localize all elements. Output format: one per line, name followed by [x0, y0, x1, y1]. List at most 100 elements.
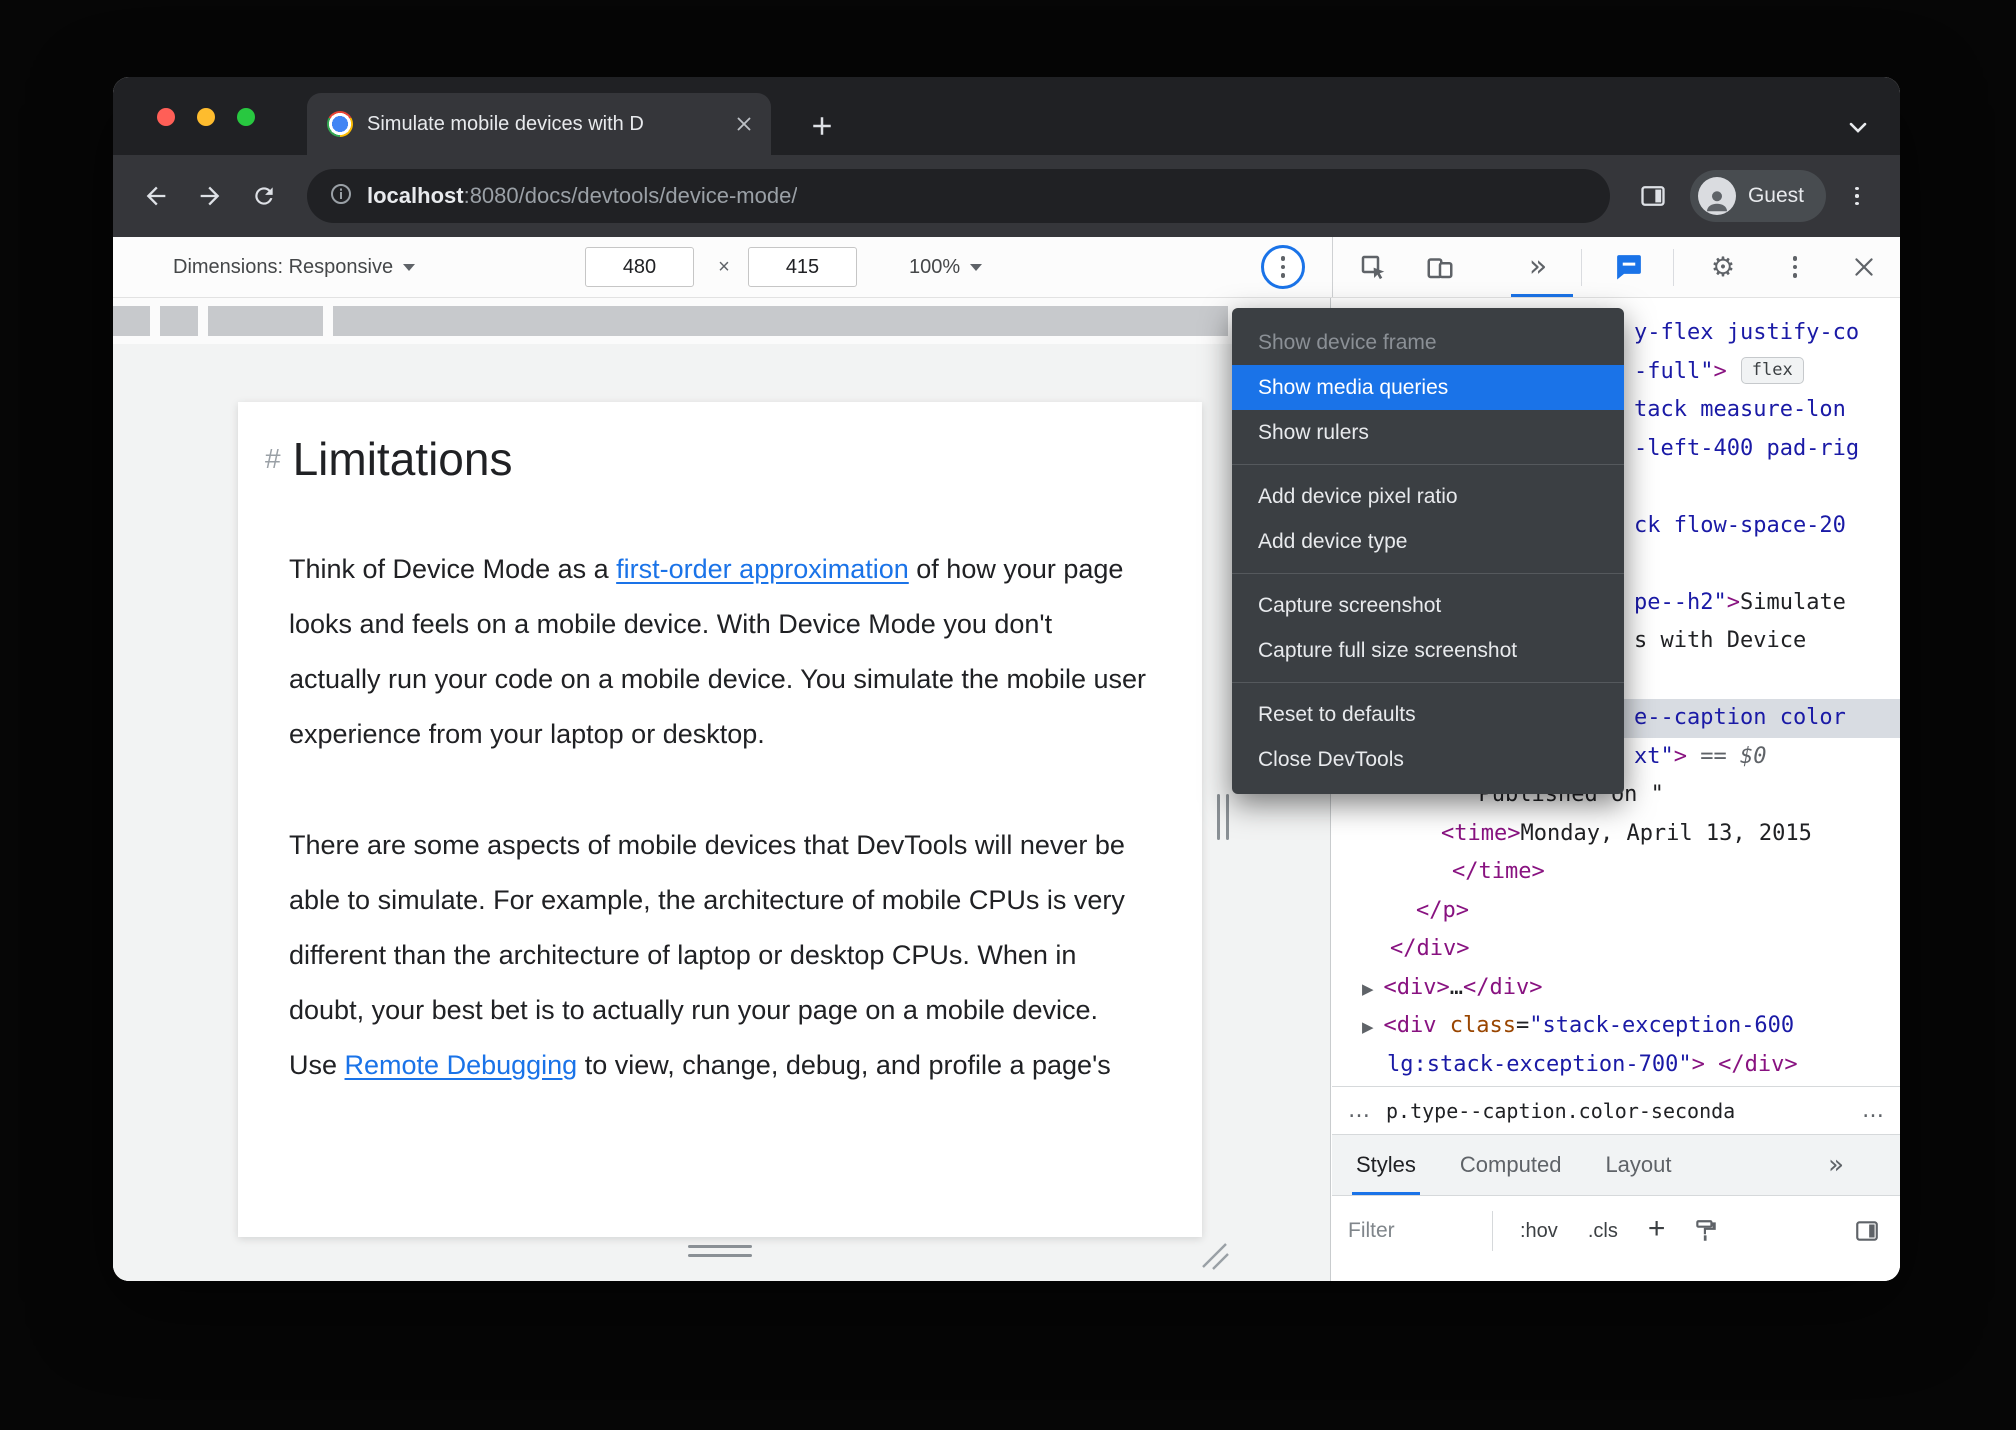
- viewport-resize-handle-bottom[interactable]: [688, 1245, 752, 1257]
- code-token: </div>: [1463, 974, 1543, 1000]
- browser-menu-icon[interactable]: [1834, 173, 1880, 219]
- media-query-strip: [113, 298, 1330, 344]
- menu-item-capture-screenshot[interactable]: Capture screenshot: [1232, 583, 1624, 628]
- url-path: :8080/docs/devtools/device-mode/: [463, 183, 798, 208]
- forward-icon[interactable]: [187, 173, 233, 219]
- inspect-element-icon[interactable]: [1351, 245, 1395, 289]
- code-token: s with Device: [1634, 628, 1807, 653]
- viewport-resize-handle-corner[interactable]: [1199, 1240, 1229, 1275]
- doc-link[interactable]: Remote Debugging: [345, 1050, 578, 1080]
- device-toolbar-options-button[interactable]: [1261, 245, 1305, 289]
- devtools-menu-icon[interactable]: [1773, 245, 1817, 289]
- more-tabs-icon[interactable]: »: [1828, 1135, 1844, 1195]
- code-token: </div>: [1718, 1051, 1798, 1077]
- chevron-down-icon[interactable]: [1844, 113, 1872, 141]
- more-panels-icon[interactable]: »: [1516, 245, 1560, 289]
- menu-item-capture-full-size-screenshot[interactable]: Capture full size screenshot: [1232, 628, 1624, 673]
- code-line[interactable]: </p>: [1332, 892, 1900, 931]
- gear-icon: ⚙: [1710, 251, 1736, 283]
- breadcrumb-overflow-right[interactable]: …: [1862, 1098, 1884, 1123]
- code-token: e--caption color: [1634, 705, 1846, 730]
- breadcrumb: … p.type--caption.color-seconda …: [1332, 1086, 1900, 1134]
- menu-item-show-media-queries[interactable]: Show media queries: [1232, 365, 1624, 410]
- zoom-dropdown[interactable]: 100%: [909, 237, 983, 297]
- code-line[interactable]: </time>: [1332, 853, 1900, 892]
- flex-badge[interactable]: flex: [1740, 356, 1804, 384]
- code-token: >: [1691, 1051, 1705, 1077]
- menu-item-reset-to-defaults[interactable]: Reset to defaults: [1232, 692, 1624, 737]
- back-icon[interactable]: [133, 173, 179, 219]
- heading-row: # Limitations: [265, 432, 1151, 486]
- code-token: >: [1713, 358, 1727, 384]
- breadcrumb-overflow-left[interactable]: …: [1348, 1098, 1370, 1123]
- tab-close-icon[interactable]: [733, 113, 755, 135]
- screen-background: Simulate mobile devices with D localhost…: [0, 0, 2016, 1430]
- sidebar-toggle-icon[interactable]: [1854, 1218, 1880, 1244]
- new-tab-button[interactable]: [807, 111, 837, 141]
- element-classes-button[interactable]: .cls: [1588, 1220, 1618, 1243]
- paragraph-text: There are some aspects of mobile devices…: [289, 830, 1125, 1080]
- active-panel-indicator: [1511, 294, 1573, 297]
- close-devtools-icon[interactable]: [1842, 245, 1886, 289]
- breadcrumb-crumb[interactable]: p.type--caption.color-seconda: [1386, 1099, 1735, 1123]
- minimize-window-button[interactable]: [197, 108, 215, 126]
- double-chevron-icon: »: [1528, 249, 1548, 284]
- doc-link[interactable]: first-order approximation: [616, 554, 909, 584]
- menu-item-close-devtools[interactable]: Close DevTools: [1232, 737, 1624, 782]
- filter-input[interactable]: [1346, 1218, 1486, 1244]
- device-height-input[interactable]: [748, 247, 857, 287]
- profile-button[interactable]: Guest: [1689, 170, 1826, 222]
- dimensions-dropdown[interactable]: Dimensions: Responsive: [173, 237, 416, 297]
- window-controls: [157, 108, 255, 126]
- tab-computed[interactable]: Computed: [1460, 1135, 1562, 1195]
- address-toolbar: localhost:8080/docs/devtools/device-mode…: [113, 155, 1900, 237]
- tab-title: Simulate mobile devices with D: [367, 112, 644, 135]
- media-query-bar[interactable]: [333, 306, 1228, 336]
- code-line[interactable]: <time>Monday, April 13, 2015: [1332, 815, 1900, 854]
- heading-anchor[interactable]: #: [265, 443, 281, 475]
- reload-icon[interactable]: [241, 173, 287, 219]
- menu-item-show-rulers[interactable]: Show rulers: [1232, 410, 1624, 455]
- code-line[interactable]: lg:stack-exception-700"> </div>: [1332, 1046, 1900, 1085]
- dimension-separator: ×: [718, 255, 730, 278]
- avatar: [1697, 177, 1736, 215]
- media-query-bar[interactable]: [113, 306, 150, 336]
- device-viewport-area: # Limitations Think of Device Mode as a …: [113, 298, 1331, 1281]
- page-title: Limitations: [292, 433, 513, 485]
- address-bar[interactable]: localhost:8080/docs/devtools/device-mode…: [307, 169, 1610, 223]
- media-query-bar[interactable]: [160, 306, 198, 336]
- kebab-icon: [1280, 256, 1286, 278]
- browser-tab[interactable]: Simulate mobile devices with D: [307, 93, 771, 155]
- code-token: pe--h2": [1634, 589, 1727, 615]
- page-info-icon[interactable]: [329, 182, 353, 211]
- device-toolbar-toggle-icon[interactable]: [1418, 245, 1462, 289]
- side-panel-icon[interactable]: [1630, 173, 1676, 219]
- zoom-value: 100%: [909, 255, 961, 278]
- media-query-bar[interactable]: [208, 306, 323, 336]
- code-token: -left-400 pad-rig: [1634, 435, 1860, 461]
- menu-item-add-device-pixel-ratio[interactable]: Add device pixel ratio: [1232, 474, 1624, 519]
- settings-gear-icon[interactable]: ⚙: [1701, 245, 1745, 289]
- toggle-element-state-button[interactable]: :hov: [1520, 1220, 1558, 1243]
- code-line[interactable]: ▶ <div class="stack-exception-600: [1332, 1007, 1900, 1046]
- device-width-input[interactable]: [585, 247, 694, 287]
- expand-arrow-icon[interactable]: ▶: [1362, 1018, 1374, 1036]
- feedback-icon[interactable]: [1607, 245, 1651, 289]
- code-token: ck flow-space-20: [1634, 512, 1846, 538]
- menu-item-add-device-type[interactable]: Add device type: [1232, 519, 1624, 564]
- fullscreen-window-button[interactable]: [237, 108, 255, 126]
- expand-arrow-icon[interactable]: ▶: [1362, 980, 1374, 998]
- new-style-rule-button[interactable]: +: [1648, 1214, 1666, 1244]
- tab-layout[interactable]: Layout: [1605, 1135, 1671, 1195]
- paint-format-icon[interactable]: [1693, 1218, 1719, 1244]
- code-token: </div>: [1390, 936, 1470, 961]
- main-content: # Limitations Think of Device Mode as a …: [113, 298, 1900, 1281]
- code-token: </time>: [1452, 859, 1545, 884]
- code-line[interactable]: ▶ <div>…</div>: [1332, 969, 1900, 1008]
- viewport-resize-handle-right[interactable]: [1217, 794, 1229, 840]
- tab-styles[interactable]: Styles: [1352, 1135, 1420, 1195]
- toolbar-divider: [1581, 249, 1582, 286]
- code-token: "stack-exception-600: [1529, 1013, 1795, 1038]
- close-window-button[interactable]: [157, 108, 175, 126]
- code-line[interactable]: </div>: [1332, 930, 1900, 969]
